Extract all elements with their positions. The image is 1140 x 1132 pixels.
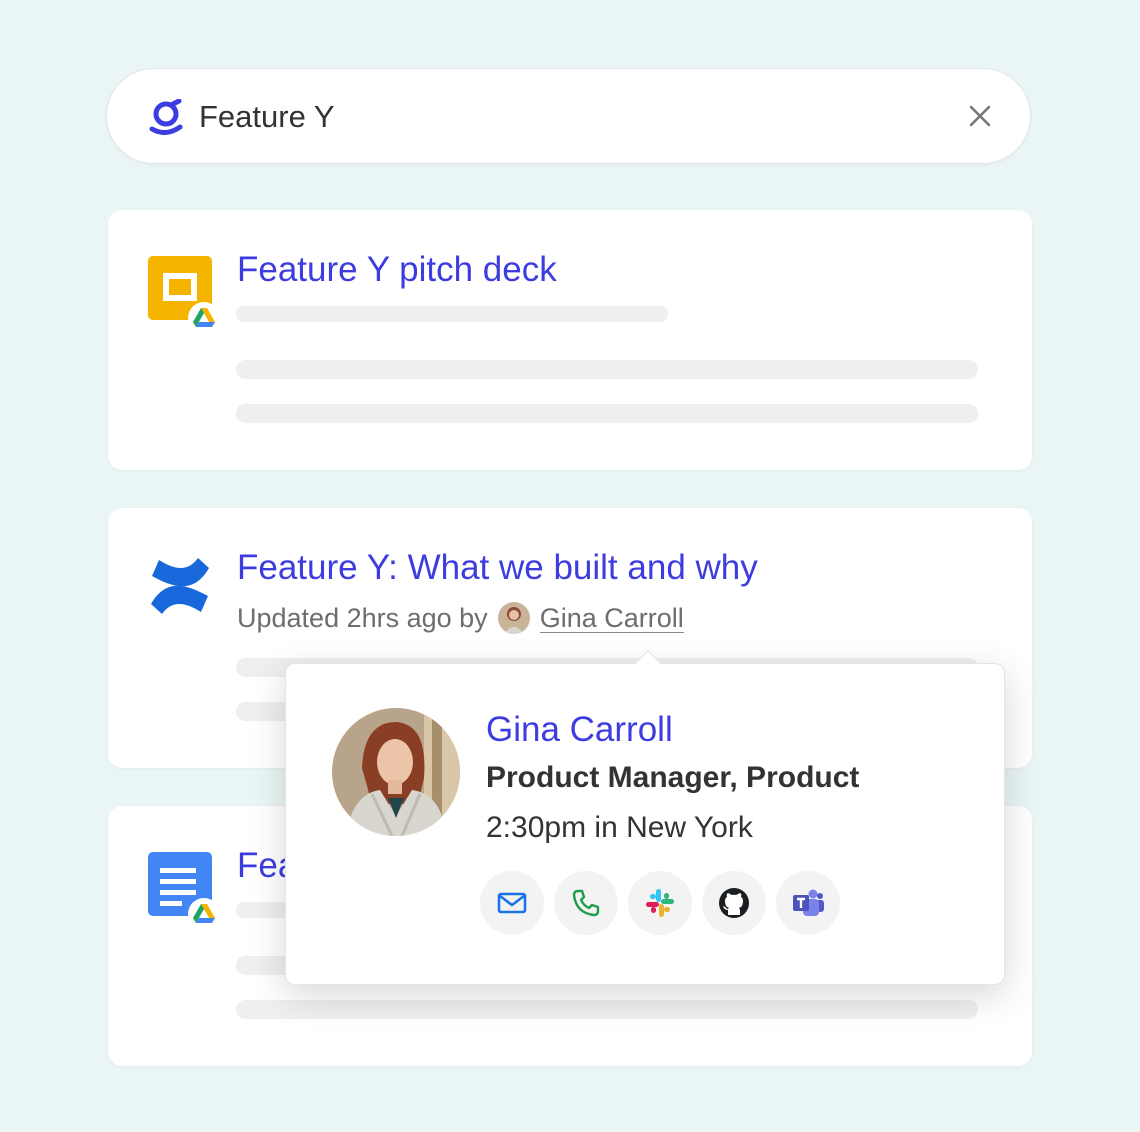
profile-local-time: 2:30pm in New York (486, 811, 753, 844)
result-title[interactable]: Feature Y pitch deck (237, 250, 557, 290)
search-bar[interactable]: Feature Y (106, 68, 1031, 164)
github-icon (719, 888, 749, 918)
result-title[interactable]: Feature Y: What we built and why (237, 548, 758, 588)
skeleton-line (236, 306, 668, 322)
phone-button[interactable] (554, 871, 618, 935)
google-docs-icon (148, 852, 220, 930)
phone-icon (572, 889, 600, 917)
avatar[interactable] (497, 602, 530, 634)
skeleton-line (236, 360, 978, 379)
slack-button[interactable] (628, 871, 692, 935)
result-meta: Updated 2hrs ago by Gina Carroll (237, 602, 684, 634)
google-drive-icon (188, 898, 220, 930)
contact-actions (480, 871, 850, 935)
email-button[interactable] (480, 871, 544, 935)
avatar (332, 708, 460, 836)
glean-logo-icon (149, 99, 183, 135)
skeleton-line (236, 1000, 978, 1019)
search-result-card[interactable]: Feature Y pitch deck (108, 210, 1032, 470)
author-link[interactable]: Gina Carroll (539, 604, 684, 633)
slack-icon (646, 889, 674, 917)
search-input[interactable]: Feature Y (199, 99, 335, 135)
teams-icon (793, 889, 824, 916)
updated-text: Updated 2hrs ago by (237, 603, 488, 633)
teams-button[interactable] (776, 871, 840, 935)
confluence-icon (151, 558, 209, 614)
google-slides-icon (148, 256, 220, 334)
close-icon[interactable] (967, 103, 993, 129)
google-drive-icon (188, 302, 220, 334)
profile-name[interactable]: Gina Carroll (486, 710, 673, 750)
email-icon (497, 892, 527, 914)
profile-role: Product Manager, Product (486, 761, 860, 794)
profile-popover: Gina Carroll Product Manager, Product 2:… (285, 650, 1005, 985)
github-button[interactable] (702, 871, 766, 935)
skeleton-line (236, 404, 978, 423)
